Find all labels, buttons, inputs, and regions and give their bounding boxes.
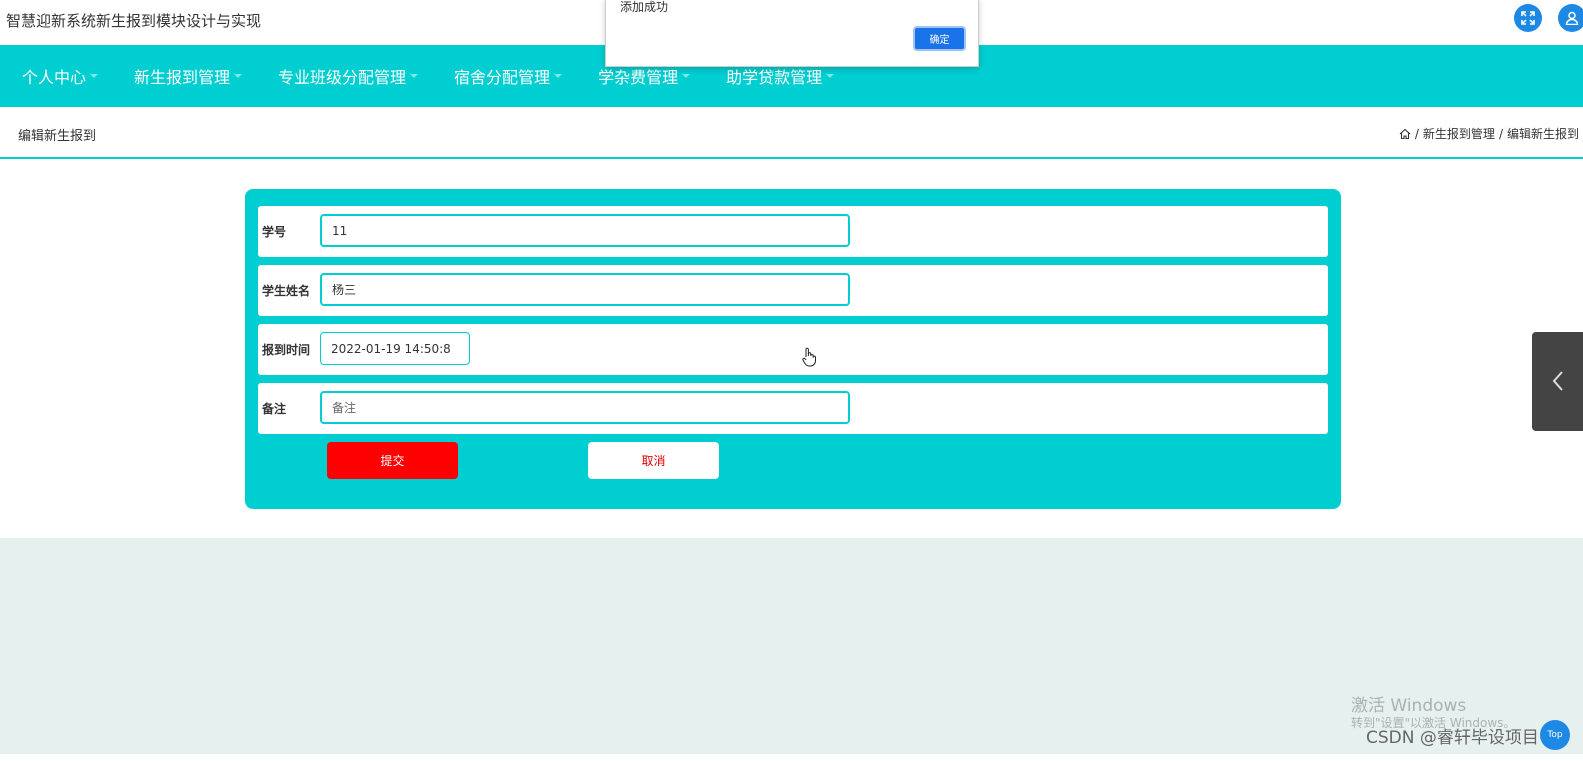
cancel-button[interactable]: 取消 [588, 442, 719, 479]
nav-item-loans[interactable]: 助学贷款管理 [726, 64, 835, 88]
report-time-label: 报到时间 [262, 343, 311, 357]
fullscreen-icon [1521, 11, 1535, 25]
form-row-report-time: 报到时间 [258, 324, 1328, 375]
nav-item-label: 助学贷款管理 [726, 68, 823, 87]
breadcrumb: / 新生报到管理 / 编辑新生报到 [1399, 125, 1579, 142]
caret-down-icon [410, 74, 419, 78]
caret-down-icon [826, 74, 835, 78]
breadcrumb-separator: / [1498, 126, 1503, 141]
student-name-label: 学生姓名 [262, 284, 311, 298]
windows-activation-title: 激活 Windows [1351, 696, 1467, 716]
alert-dialog: 添加成功 确定 [605, 0, 979, 67]
student-id-input[interactable] [320, 214, 850, 247]
user-icon [1565, 11, 1579, 25]
student-name-input[interactable] [320, 273, 850, 306]
nav-item-label: 宿舍分配管理 [454, 68, 551, 87]
form-row-remark: 备注 [258, 383, 1328, 434]
nav-item-label: 学杂费管理 [598, 68, 679, 87]
hand-cursor-icon [802, 347, 816, 367]
nav-item-registration[interactable]: 新生报到管理 [134, 64, 243, 88]
breadcrumb-separator: / [1414, 126, 1419, 141]
nav-item-label: 新生报到管理 [134, 68, 231, 87]
csdn-watermark: CSDN @睿轩毕设项目 [1366, 728, 1539, 748]
user-button[interactable] [1558, 4, 1583, 32]
caret-down-icon [682, 74, 691, 78]
caret-down-icon [90, 74, 99, 78]
breadcrumb-item: 编辑新生报到 [1506, 127, 1579, 141]
nav-item-fees[interactable]: 学杂费管理 [598, 64, 691, 88]
nav-item-class-assignment[interactable]: 专业班级分配管理 [278, 64, 419, 88]
home-icon[interactable] [1399, 128, 1411, 140]
edit-form: 学号 学生姓名 报到时间 备注 提交 取消 [245, 189, 1341, 509]
nav-item-label: 专业班级分配管理 [278, 68, 407, 87]
content-area: 学号 学生姓名 报到时间 备注 提交 取消 [0, 159, 1583, 538]
fullscreen-button[interactable] [1514, 4, 1542, 32]
form-row-student-id: 学号 [258, 206, 1328, 257]
form-row-student-name: 学生姓名 [258, 265, 1328, 316]
page-header: 编辑新生报到 / 新生报到管理 / 编辑新生报到 [0, 107, 1583, 159]
nav-item-dorm-assignment[interactable]: 宿舍分配管理 [454, 64, 563, 88]
app-title: 智慧迎新系统新生报到模块设计与实现 [6, 12, 262, 30]
back-to-top-button[interactable]: Top [1540, 720, 1570, 750]
alert-ok-button[interactable]: 确定 [913, 26, 966, 51]
remark-input[interactable] [320, 391, 850, 424]
side-panel-toggle[interactable] [1532, 332, 1583, 431]
nav-item-personal-center[interactable]: 个人中心 [22, 64, 99, 88]
remark-label: 备注 [262, 402, 287, 416]
alert-message: 添加成功 [620, 0, 669, 14]
submit-button[interactable]: 提交 [327, 442, 458, 479]
nav-item-label: 个人中心 [22, 68, 87, 87]
breadcrumb-item[interactable]: 新生报到管理 [1423, 125, 1495, 142]
page-title: 编辑新生报到 [18, 129, 97, 144]
chevron-left-icon [1552, 371, 1563, 391]
caret-down-icon [554, 74, 563, 78]
bottom-strip [0, 754, 1583, 761]
report-time-input[interactable] [320, 332, 470, 365]
student-id-label: 学号 [262, 225, 287, 239]
caret-down-icon [234, 74, 243, 78]
